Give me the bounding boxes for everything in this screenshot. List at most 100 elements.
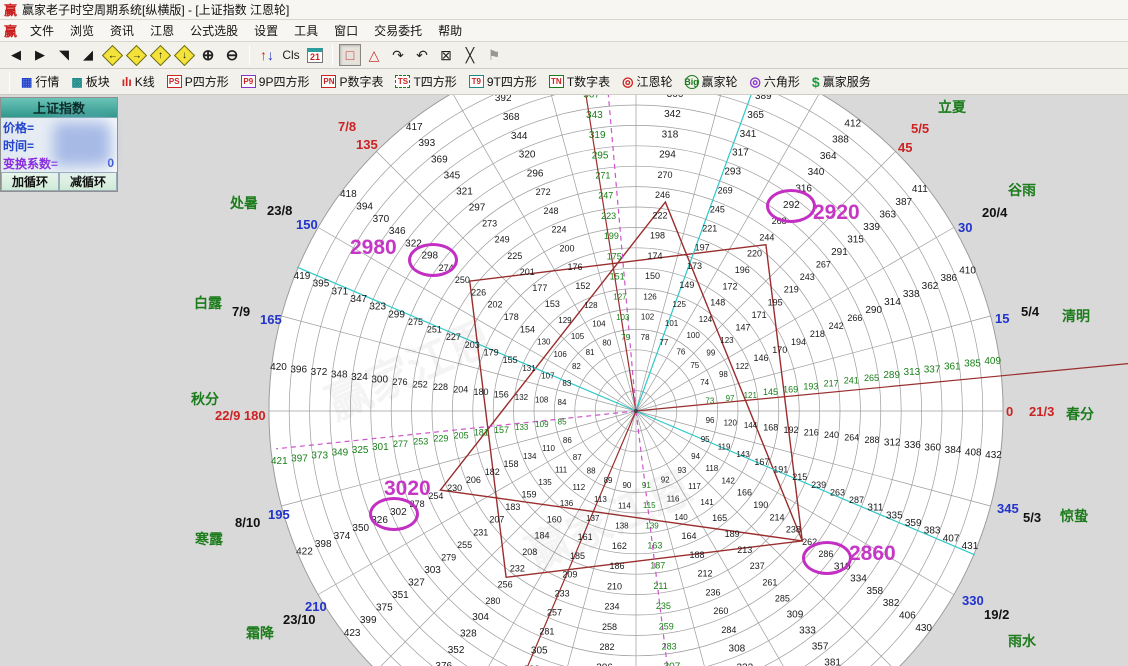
t-square-button[interactable]: TST四方形 xyxy=(395,73,456,90)
wheel-number: 283 xyxy=(662,641,677,651)
nav-down-corner-button[interactable]: ◢ xyxy=(77,44,99,66)
nav-left-button[interactable]: ◀ xyxy=(5,44,27,66)
menu-item-1[interactable]: 浏览 xyxy=(62,20,102,41)
wheel-number: 99 xyxy=(706,349,715,358)
wheel-number: 79 xyxy=(621,333,630,342)
menu-item-8[interactable]: 交易委托 xyxy=(366,20,430,41)
wheel-number: 398 xyxy=(315,539,332,550)
up-down-sort-button[interactable]: ↑↓ xyxy=(256,44,278,66)
wheel-number: 211 xyxy=(653,581,667,591)
menu-item-3[interactable]: 江恩 xyxy=(142,20,182,41)
sectors-button[interactable]: ▩板块 xyxy=(71,73,109,90)
wheel-number: 313 xyxy=(904,367,921,378)
wheel-number: 279 xyxy=(441,552,456,562)
wheel-number: 140 xyxy=(674,513,688,522)
menu-item-6[interactable]: 工具 xyxy=(286,20,326,41)
kline-button[interactable]: ılıK线 xyxy=(122,73,155,90)
wheel-number: 407 xyxy=(943,533,960,544)
pin-tool-button[interactable]: ⚑ xyxy=(483,44,505,66)
wheel-number: 95 xyxy=(701,435,710,444)
menu-item-4[interactable]: 公式选股 xyxy=(182,20,246,41)
9t-square-button[interactable]: T99T四方形 xyxy=(469,73,537,90)
9p-square-button[interactable]: P99P四方形 xyxy=(241,73,310,90)
pan-up-button[interactable]: ↑ xyxy=(149,44,171,66)
zoom-in-button[interactable]: ⊕ xyxy=(197,44,219,66)
quotes-label: 行情 xyxy=(35,73,59,90)
wheel-number: 90 xyxy=(622,481,631,490)
t-table-icon: TN xyxy=(549,75,564,88)
wheel-number: 248 xyxy=(544,206,559,216)
wheel-number: 328 xyxy=(460,628,477,639)
wheel-number: 327 xyxy=(408,578,425,589)
gann-wheel-label: 江恩轮 xyxy=(637,73,673,90)
add-cycle-button[interactable]: 加循环 xyxy=(1,172,59,191)
rim-label-195: 195 xyxy=(268,507,290,522)
hexagon-button[interactable]: ◎六角形 xyxy=(750,73,800,90)
wheel-number: 387 xyxy=(895,197,912,208)
wheel-number: 410 xyxy=(959,265,976,276)
wheel-number: 225 xyxy=(507,251,522,261)
wheel-number: 216 xyxy=(804,428,819,438)
menu-item-7[interactable]: 窗口 xyxy=(326,20,366,41)
nav-up-corner-button[interactable]: ◥ xyxy=(53,44,75,66)
wheel-number: 284 xyxy=(721,625,736,635)
winner-wheel-button[interactable]: Big赢家轮 xyxy=(685,73,738,90)
highlight-ellipse-292 xyxy=(766,189,816,223)
nav-right-button[interactable]: ▶ xyxy=(29,44,51,66)
wheel-number: 172 xyxy=(722,281,737,291)
wheel-number: 157 xyxy=(494,425,509,435)
wheel-number: 88 xyxy=(587,467,596,476)
t-table-button[interactable]: TNT数字表 xyxy=(549,73,610,90)
p-table-icon: PN xyxy=(321,75,336,88)
toolbar-separator xyxy=(332,45,333,65)
wheel-number: 166 xyxy=(737,488,752,498)
wheel-number: 159 xyxy=(521,490,536,500)
p-square-button[interactable]: PSP四方形 xyxy=(167,73,229,90)
wheel-number: 384 xyxy=(945,445,962,456)
arc-ccw-tool-button[interactable]: ↶ xyxy=(411,44,433,66)
wheel-number: 122 xyxy=(736,362,750,371)
quotes-button[interactable]: ▦行情 xyxy=(21,73,59,90)
wheel-number: 142 xyxy=(721,476,735,485)
triangle-tool-button[interactable]: △ xyxy=(363,44,385,66)
menu-item-0[interactable]: 文件 xyxy=(22,20,62,41)
arc-cw-tool-button[interactable]: ↷ xyxy=(387,44,409,66)
pan-down-button[interactable]: ↓ xyxy=(173,44,195,66)
square-tool-button[interactable]: □ xyxy=(339,44,361,66)
wheel-number: 406 xyxy=(899,610,916,621)
gann-wheel-svg: 7374757677787980818283848586878889909192… xyxy=(0,95,1128,666)
pan-left-icon: ← xyxy=(101,44,122,65)
wheel-number: 232 xyxy=(510,563,525,573)
pan-left-button[interactable]: ← xyxy=(101,44,123,66)
cls-button[interactable]: Cls xyxy=(280,44,302,66)
gann-wheel-chart[interactable]: 7374757677787980818283848586878889909192… xyxy=(0,95,1128,666)
gann-wheel-button[interactable]: ◎江恩轮 xyxy=(622,73,672,90)
menu-item-5[interactable]: 设置 xyxy=(246,20,286,41)
wheel-number: 155 xyxy=(503,355,518,365)
menu-item-9[interactable]: 帮助 xyxy=(430,20,470,41)
wheel-number: 299 xyxy=(388,309,405,320)
wheel-number: 409 xyxy=(984,356,1001,367)
box-x-tool-button[interactable]: ⊠ xyxy=(435,44,457,66)
nav-down-corner-icon: ◢ xyxy=(83,47,93,63)
wheel-number: 280 xyxy=(485,596,500,606)
rim-label-15: 15 xyxy=(995,311,1009,326)
wheel-number: 202 xyxy=(487,300,502,310)
wheel-number: 165 xyxy=(712,513,727,523)
wheel-number: 372 xyxy=(311,367,328,378)
sub-cycle-button[interactable]: 减循环 xyxy=(59,172,117,191)
wheel-number: 256 xyxy=(498,580,513,590)
wheel-number: 131 xyxy=(522,364,536,373)
winner-service-button[interactable]: $赢家服务 xyxy=(812,73,871,90)
p-table-button[interactable]: PNP数字表 xyxy=(321,73,383,90)
zoom-out-button[interactable]: ⊖ xyxy=(221,44,243,66)
wheel-number: 408 xyxy=(965,447,982,458)
t-table-label: T数字表 xyxy=(567,73,610,90)
wheel-number: 289 xyxy=(883,370,900,381)
menu-item-2[interactable]: 资讯 xyxy=(102,20,142,41)
pan-right-button[interactable]: → xyxy=(125,44,147,66)
wheel-number: 134 xyxy=(523,452,537,461)
calendar-button[interactable]: 21 xyxy=(304,44,326,66)
cross-tool-button[interactable]: ╳ xyxy=(459,44,481,66)
wheel-number: 75 xyxy=(690,361,699,370)
